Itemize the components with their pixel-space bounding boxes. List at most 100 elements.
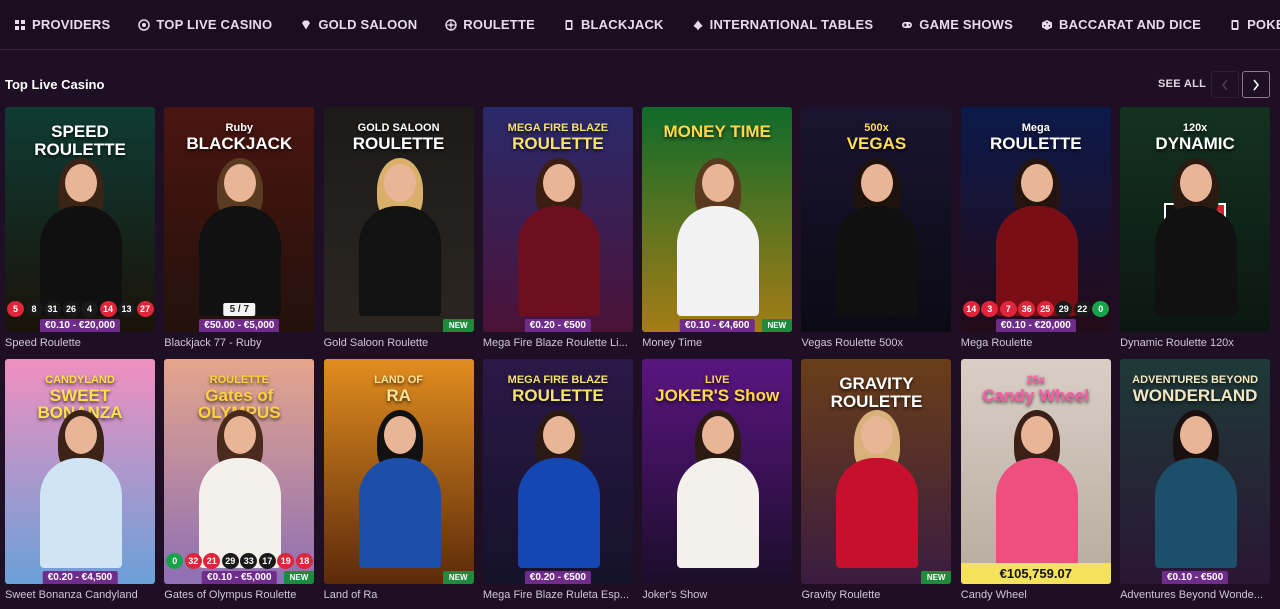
game-thumbnail[interactable]: SPEED ROULETTE 5 8 31 26 4 14 13 27 €0.10 - €20,0… xyxy=(5,107,155,332)
result-number: 7 xyxy=(999,301,1017,317)
game-logo-main: GRAVITY ROULETTE xyxy=(830,374,923,411)
result-number: 32 xyxy=(184,553,202,569)
game-card[interactable]: MEGA FIRE BLAZE ROULETTE €0.20 - €500 Mega … xyxy=(482,359,633,609)
stake-range-badge: €50.00 - €5,000 xyxy=(199,319,280,332)
game-thumbnail[interactable]: Mega ROULETTE 14 3 7 36 25 29 22 0 €0.10 - €20,000 xyxy=(960,107,1111,332)
game-logo-main: DYNAMIC xyxy=(1155,133,1235,153)
game-title[interactable]: Money Time xyxy=(642,337,792,349)
game-title[interactable]: Joker's Show xyxy=(642,589,792,601)
game-card[interactable]: SPEED ROULETTE 5 8 31 26 4 14 13 27 €0.10 - €20,0… xyxy=(5,107,155,359)
game-thumbnail[interactable]: GRAVITY ROULETTE NEW xyxy=(801,359,952,584)
dealer-image xyxy=(1147,158,1243,316)
next-arrow-button[interactable] xyxy=(1242,71,1270,98)
game-title[interactable]: Sweet Bonanza Candyland xyxy=(5,589,155,601)
game-card[interactable]: LAND OF RA NEW Land of Ra xyxy=(323,359,474,609)
game-grid: SPEED ROULETTE 5 8 31 26 4 14 13 27 €0.10 - €20,0… xyxy=(5,107,1271,609)
game-card[interactable]: GOLD SALOON ROULETTE NEW Gold Saloon Roulet… xyxy=(323,107,474,359)
game-thumbnail[interactable]: MEGA FIRE BLAZE ROULETTE €0.20 - €500 xyxy=(482,359,633,584)
game-title[interactable]: Mega Fire Blaze Ruleta Esp... xyxy=(483,589,633,601)
game-title[interactable]: Gold Saloon Roulette xyxy=(324,337,474,349)
game-logo-main: SPEED ROULETTE xyxy=(34,122,126,159)
recent-results: 5 8 31 26 4 14 13 27 xyxy=(7,301,154,317)
result-number: 4 xyxy=(81,301,98,317)
prev-arrow-button[interactable] xyxy=(1211,71,1239,98)
game-card[interactable]: MONEY TIME €0.10 - €4,600 NEW Money Time xyxy=(642,107,793,359)
game-card[interactable]: Ruby BLACKJACK 5 / 7 €50.00 - €5,000 Blackja… xyxy=(164,107,315,359)
nav-item-poker[interactable]: POKER xyxy=(1229,6,1280,44)
dealer-image xyxy=(191,158,287,316)
game-card[interactable]: ROULETTEGates of OLYMPUS032212933171918€… xyxy=(164,359,315,609)
result-number: 25 xyxy=(1036,301,1054,317)
nav-item-providers[interactable]: PROVIDERS xyxy=(14,6,110,44)
gamepad-icon xyxy=(901,19,913,31)
game-title[interactable]: Gravity Roulette xyxy=(801,589,951,601)
result-number: 18 xyxy=(295,553,313,569)
game-logo-main: ROULETTE xyxy=(989,133,1082,153)
result-number: 22 xyxy=(1073,301,1091,317)
game-card[interactable]: CANDYLANDSWEET BONANZA€0.20 - €4,500 Swee… xyxy=(5,359,155,609)
dice-icon xyxy=(1041,19,1053,31)
diamond-icon xyxy=(300,19,312,31)
game-thumbnail[interactable]: ROULETTEGates of OLYMPUS032212933171918€… xyxy=(164,359,315,584)
game-logo: LAND OF RA xyxy=(324,374,474,404)
game-title[interactable]: Vegas Roulette 500x xyxy=(801,337,951,349)
game-title[interactable]: Land of Ra xyxy=(324,589,474,601)
game-title[interactable]: Dynamic Roulette 120x xyxy=(1120,337,1270,349)
game-card[interactable]: GRAVITY ROULETTE NEW Gravity Roulette xyxy=(801,359,952,609)
game-title[interactable]: Candy Wheel xyxy=(961,589,1111,601)
game-thumbnail[interactable]: 120xDYNAMIC223 xyxy=(1120,107,1271,332)
new-badge: NEW xyxy=(283,571,315,584)
result-number: 27 xyxy=(136,301,154,317)
result-number: 26 xyxy=(62,301,80,317)
game-thumbnail[interactable]: ADVENTURES BEYOND WONDERLAND €0.10 - €500 xyxy=(1120,359,1271,584)
nav-item-international-tables[interactable]: INTERNATIONAL TABLES xyxy=(692,6,874,44)
game-card[interactable]: MEGA FIRE BLAZE ROULETTE €0.20 - €500 Mega … xyxy=(482,107,633,359)
game-card[interactable]: ADVENTURES BEYOND WONDERLAND €0.10 - €500 A… xyxy=(1120,359,1271,609)
nav-item-blackjack[interactable]: BLACKJACK xyxy=(563,6,664,44)
game-thumbnail[interactable]: MEGA FIRE BLAZE ROULETTE €0.20 - €500 xyxy=(482,107,633,332)
nav-item-top-live-casino[interactable]: TOP LIVE CASINO xyxy=(138,6,272,44)
game-card[interactable]: LIVE JOKER'S Show Joker's Show xyxy=(642,359,793,609)
result-number: 14 xyxy=(99,301,117,317)
game-thumbnail[interactable]: 500x VEGAS xyxy=(801,107,952,332)
stake-range-badge: €0.20 - €4,500 xyxy=(42,571,118,584)
game-thumbnail[interactable]: CANDYLANDSWEET BONANZA€0.20 - €4,500 xyxy=(5,359,155,584)
game-logo-main: BLACKJACK xyxy=(186,133,293,153)
dealer-image xyxy=(828,158,924,316)
stake-range-badge: €0.10 - €4,600 xyxy=(679,319,755,332)
game-card[interactable]: 120xDYNAMIC223 Dynamic Roulette 120x xyxy=(1120,107,1271,359)
game-title[interactable]: Adventures Beyond Wonde... xyxy=(1120,589,1270,601)
game-title[interactable]: Mega Fire Blaze Roulette Li... xyxy=(483,337,633,349)
game-thumbnail[interactable]: LIVE JOKER'S Show xyxy=(642,359,793,584)
game-thumbnail[interactable]: 25x Candy Wheel €105,759.07 xyxy=(960,359,1111,584)
dealer-image xyxy=(351,158,447,316)
game-card[interactable]: 500x VEGAS Vegas Roulette 500x xyxy=(801,107,952,359)
nav-item-label: GAME SHOWS xyxy=(919,17,1013,32)
nav-item-baccarat-and-dice[interactable]: BACCARAT AND DICE xyxy=(1041,6,1201,44)
stake-range-badge: €0.10 - €500 xyxy=(1161,571,1229,584)
nav-item-game-shows[interactable]: GAME SHOWS xyxy=(901,6,1013,44)
game-title[interactable]: Mega Roulette xyxy=(961,337,1111,349)
new-badge: NEW xyxy=(920,571,952,584)
game-logo: SPEED ROULETTE xyxy=(5,123,155,159)
nav-item-roulette[interactable]: ROULETTE xyxy=(445,6,535,44)
game-title[interactable]: Blackjack 77 - Ruby xyxy=(164,337,314,349)
game-thumbnail[interactable]: MONEY TIME €0.10 - €4,600 NEW xyxy=(642,107,793,332)
card-icon xyxy=(563,19,575,31)
stake-range-badge: €0.20 - €500 xyxy=(524,319,591,332)
result-number: 36 xyxy=(1018,301,1036,317)
dealer-image xyxy=(510,158,606,316)
see-all-link[interactable]: SEE ALL xyxy=(1158,78,1206,90)
stake-range-badge: €0.10 - €5,000 xyxy=(202,571,277,584)
category-nav: PROVIDERS TOP LIVE CASINO GOLD SALOON ROULE… xyxy=(0,0,1280,50)
game-title[interactable]: Gates of Olympus Roulette xyxy=(164,589,314,601)
game-thumbnail[interactable]: GOLD SALOON ROULETTE NEW xyxy=(323,107,474,332)
game-title[interactable]: Speed Roulette xyxy=(5,337,155,349)
game-thumbnail[interactable]: Ruby BLACKJACK 5 / 7 €50.00 - €5,000 xyxy=(164,107,315,332)
result-number: 0 xyxy=(166,553,184,569)
game-logo-main: JOKER'S Show xyxy=(655,385,780,405)
game-thumbnail[interactable]: LAND OF RA NEW xyxy=(323,359,474,584)
game-card[interactable]: Mega ROULETTE 14 3 7 36 25 29 22 0 €0.10 - €20,000… xyxy=(960,107,1111,359)
nav-item-gold-saloon[interactable]: GOLD SALOON xyxy=(300,6,417,44)
game-card[interactable]: 25x Candy Wheel €105,759.07 Candy Wheel xyxy=(960,359,1111,609)
